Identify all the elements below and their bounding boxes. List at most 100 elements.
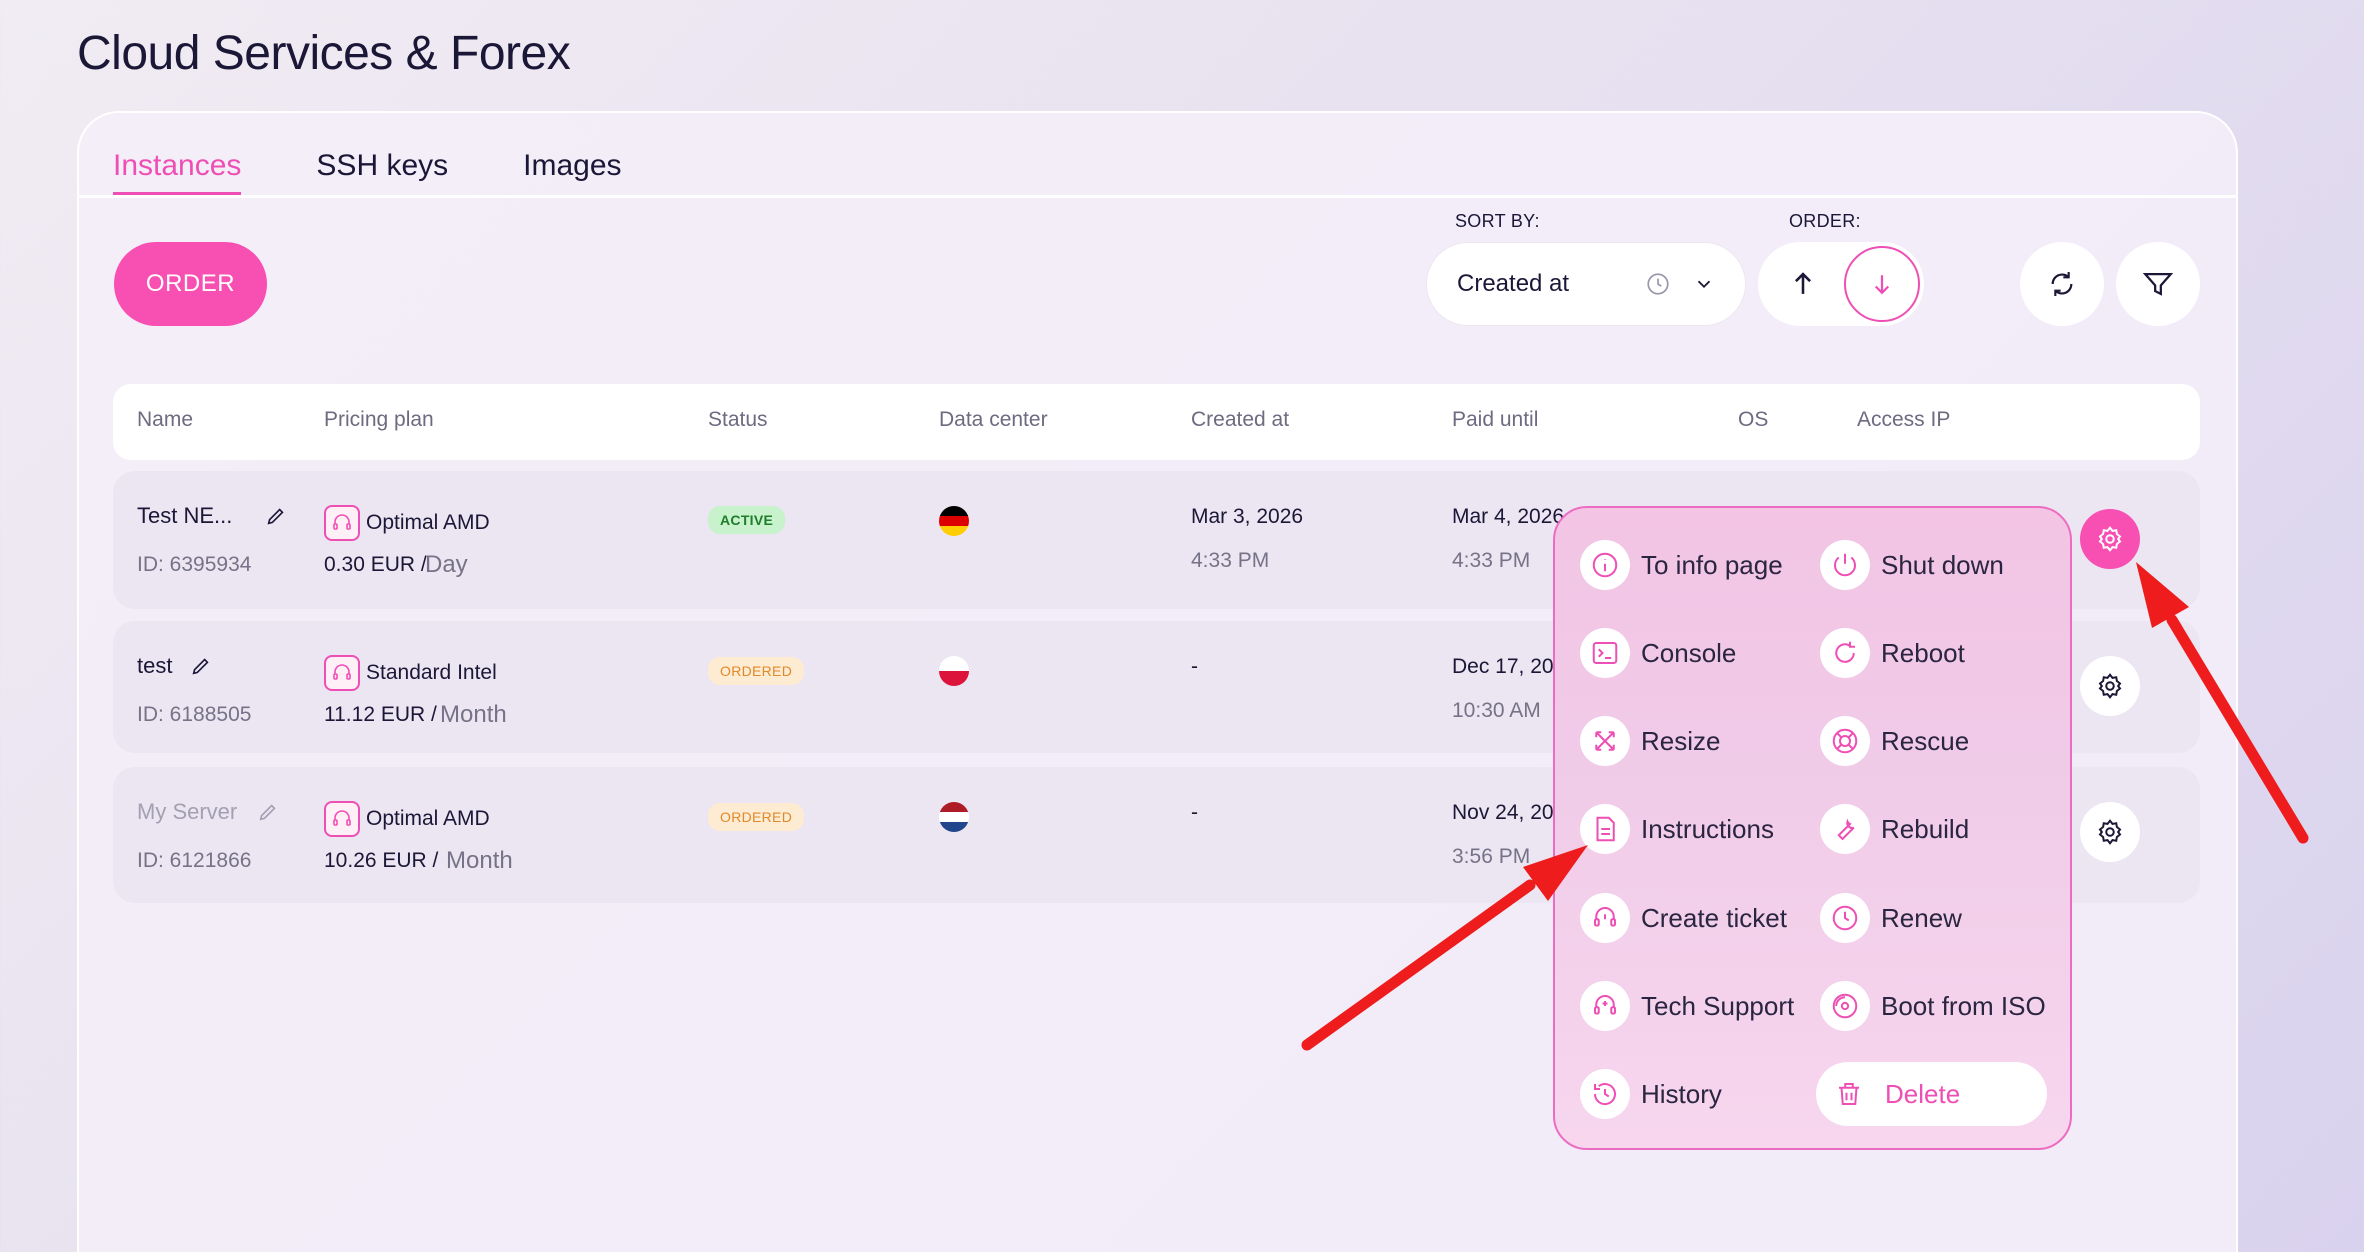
column-header-access-ip[interactable]: Access IP (1857, 408, 1950, 432)
column-header-pricing-plan[interactable]: Pricing plan (324, 408, 434, 432)
billing-period: Day (425, 551, 468, 578)
menu-item-rebuild[interactable]: Rebuild (1820, 799, 1969, 859)
status-badge: ACTIVE (708, 506, 786, 534)
instance-name[interactable]: Test NE... (137, 503, 232, 529)
actions-menu-button[interactable] (2080, 656, 2140, 716)
menu-item-console[interactable]: Console (1580, 623, 1736, 683)
headset-icon (324, 505, 360, 541)
menu-item-instructions[interactable]: Instructions (1580, 799, 1774, 859)
instance-name[interactable]: test (137, 653, 172, 679)
terminal-icon (1580, 628, 1630, 678)
poland-flag-icon (939, 656, 969, 686)
column-header-name[interactable]: Name (137, 408, 193, 432)
germany-flag-icon (939, 506, 969, 536)
menu-item-reboot[interactable]: Reboot (1820, 623, 1965, 683)
menu-item-resize[interactable]: Resize (1580, 711, 1720, 771)
edit-icon[interactable] (265, 505, 287, 527)
netherlands-flag-icon (939, 802, 969, 832)
refresh-icon (2051, 272, 2073, 296)
ticket-icon (1580, 893, 1630, 943)
sort-select[interactable]: Created at (1426, 242, 1746, 326)
tab-ssh-keys[interactable]: SSH keys (316, 140, 448, 196)
headset-icon (324, 655, 360, 691)
menu-item-to-info-page[interactable]: To info page (1580, 535, 1783, 595)
arrow-up-icon[interactable] (1786, 267, 1820, 301)
edit-icon[interactable] (190, 655, 212, 677)
tabs-divider (79, 195, 2236, 198)
billing-period: Month (440, 701, 507, 728)
arrow-down-icon (1874, 275, 1890, 295)
paid-until-date: Mar 4, 2026 (1452, 505, 1565, 528)
column-header-data-center[interactable]: Data center (939, 408, 1048, 432)
pricing-plan: Optimal AMD (366, 511, 490, 534)
paid-until-date: Nov 24, 20 (1452, 801, 1554, 824)
reboot-icon (1820, 628, 1870, 678)
menu-item-rescue[interactable]: Rescue (1820, 711, 1969, 771)
history-icon (1580, 1069, 1630, 1119)
column-header-created-at[interactable]: Created at (1191, 408, 1289, 432)
order-toggle (1758, 242, 1924, 326)
column-header-status[interactable]: Status (708, 408, 768, 432)
order-label: ORDER: (1789, 211, 1861, 231)
menu-item-delete[interactable]: Delete (1816, 1062, 2047, 1126)
info-icon (1580, 540, 1630, 590)
menu-item-boot-from-iso[interactable]: Boot from ISO (1820, 976, 2046, 1036)
table-header: Name Pricing plan Status Data center Cre… (113, 384, 2200, 460)
column-header-os[interactable]: OS (1738, 408, 1768, 432)
created-time: 4:33 PM (1191, 549, 1270, 572)
gear-icon (2098, 819, 2122, 845)
headset-icon (324, 801, 360, 837)
gear-icon (2098, 673, 2122, 699)
paid-until-time: 3:56 PM (1452, 845, 1531, 868)
actions-menu-button[interactable] (2080, 802, 2140, 862)
menu-item-create-ticket[interactable]: Create ticket (1580, 888, 1787, 948)
paid-until-date: Dec 17, 202 (1452, 655, 1566, 678)
sort-by-label: SORT BY: (1455, 211, 1540, 231)
tab-instances[interactable]: Instances (113, 140, 242, 196)
actions-dropdown-menu: To info page Console Resize Instructions… (1553, 506, 2072, 1150)
sort-select-value: Created at (1457, 270, 1570, 297)
menu-item-tech-support[interactable]: Tech Support (1580, 976, 1794, 1036)
created-date: Mar 3, 2026 (1191, 505, 1304, 528)
clock-icon (1647, 273, 1669, 295)
pricing-plan: Standard Intel (366, 661, 497, 684)
page-title: Cloud Services & Forex (77, 27, 571, 80)
order-button[interactable]: ORDER (114, 242, 267, 326)
filter-icon (2142, 272, 2174, 296)
instance-name[interactable]: My Server (137, 799, 237, 825)
pricing-plan: Optimal AMD (366, 807, 490, 830)
document-icon (1580, 804, 1630, 854)
filter-button[interactable] (2116, 242, 2200, 326)
actions-menu-button[interactable] (2080, 509, 2140, 569)
price: 10.26 EUR / (324, 849, 439, 872)
menu-item-shut-down[interactable]: Shut down (1820, 535, 2004, 595)
chevron-down-icon (1697, 280, 1711, 289)
edit-icon[interactable] (257, 801, 279, 823)
clock-icon (1820, 893, 1870, 943)
instance-id: ID: 6188505 (137, 703, 252, 726)
disc-icon (1820, 981, 1870, 1031)
paid-until-time: 4:33 PM (1452, 549, 1531, 572)
tab-images[interactable]: Images (523, 140, 621, 196)
status-badge: ORDERED (708, 803, 805, 831)
power-icon (1820, 540, 1870, 590)
gear-icon (2098, 526, 2122, 552)
menu-item-renew[interactable]: Renew (1820, 888, 1962, 948)
support-icon (1580, 981, 1630, 1031)
refresh-button[interactable] (2020, 242, 2104, 326)
instance-id: ID: 6121866 (137, 849, 252, 872)
order-descending-button[interactable] (1844, 246, 1920, 322)
trash-icon (1824, 1069, 1874, 1119)
status-badge: ORDERED (708, 657, 805, 685)
resize-icon (1580, 716, 1630, 766)
column-header-paid-until[interactable]: Paid until (1452, 408, 1538, 432)
billing-period: Month (446, 847, 513, 874)
price: 0.30 EUR / (324, 553, 427, 576)
menu-item-history[interactable]: History (1580, 1064, 1722, 1124)
wrench-icon (1820, 804, 1870, 854)
lifebuoy-icon (1820, 716, 1870, 766)
created-date: - (1191, 801, 1198, 824)
paid-until-time: 10:30 AM (1452, 699, 1541, 722)
created-date: - (1191, 655, 1198, 678)
tab-bar: Instances SSH keys Images (113, 140, 622, 196)
